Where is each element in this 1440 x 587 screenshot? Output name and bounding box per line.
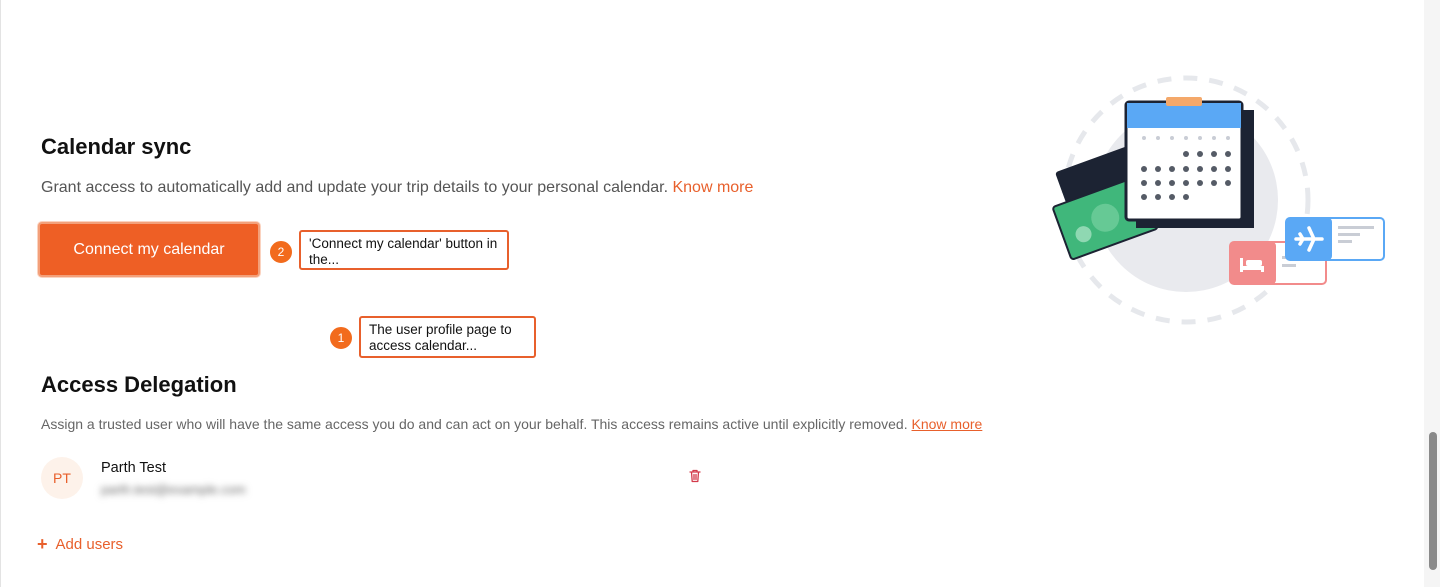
plus-icon: + <box>37 534 48 554</box>
scrollbar-thumb[interactable] <box>1429 432 1437 570</box>
calendar-sync-description-text: Grant access to automatically add and up… <box>41 179 669 196</box>
access-delegation-title: Access Delegation <box>41 372 237 397</box>
delegation-know-more-link[interactable]: Know more <box>912 416 983 432</box>
calendar-sync-description: Grant access to automatically add and up… <box>41 179 753 197</box>
calendar-travel-illustration <box>1052 75 1385 325</box>
connect-calendar-button[interactable]: Connect my calendar <box>38 222 260 277</box>
add-users-button[interactable]: + Add users <box>37 534 123 555</box>
step-callout-2: 'Connect my calendar' button in the... <box>299 230 509 270</box>
page-left-border <box>0 0 1 587</box>
step-callout-1: The user profile page to access calendar… <box>359 316 536 358</box>
user-avatar: PT <box>41 457 83 499</box>
user-name: Parth Test <box>101 460 167 476</box>
trash-icon[interactable] <box>687 468 703 484</box>
step-badge-2: 2 <box>269 240 293 264</box>
scrollbar-track[interactable] <box>1424 0 1440 587</box>
access-delegation-description: Assign a trusted user who will have the … <box>41 416 982 432</box>
calendar-sync-title: Calendar sync <box>41 134 192 159</box>
access-delegation-description-text: Assign a trusted user who will have the … <box>41 416 908 432</box>
add-users-label: Add users <box>55 536 124 553</box>
user-email: parth.test@example.com <box>101 482 246 497</box>
calendar-know-more-link[interactable]: Know more <box>672 179 753 196</box>
step-badge-1: 1 <box>329 326 353 350</box>
